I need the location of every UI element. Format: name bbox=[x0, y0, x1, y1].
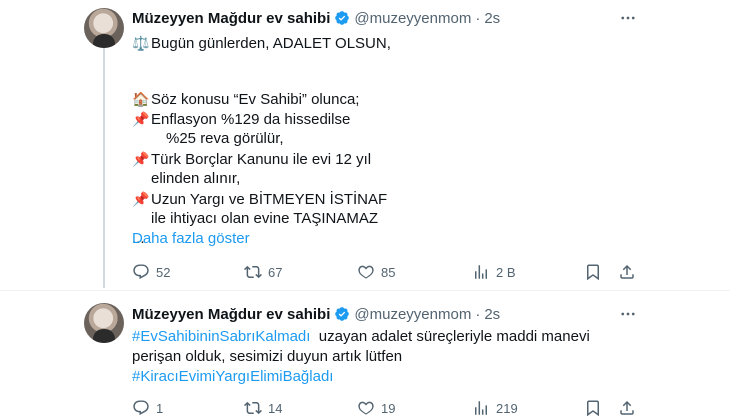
retweet-count: 67 bbox=[268, 264, 283, 280]
views-count: 2 B bbox=[496, 264, 516, 280]
views-icon bbox=[472, 263, 496, 281]
verified-badge-icon bbox=[335, 307, 350, 321]
reply-button[interactable]: 52 bbox=[132, 262, 170, 282]
show-more-link[interactable]: Daha fazla göster bbox=[132, 230, 250, 247]
reply-icon bbox=[132, 263, 156, 281]
timestamp[interactable]: 2s bbox=[484, 306, 500, 323]
tweet-header: Müzeyyen Mağdur ev sahibi @muzeyyenmom ·… bbox=[132, 304, 500, 324]
tweet-header: Müzeyyen Mağdur ev sahibi @muzeyyenmom ·… bbox=[132, 8, 500, 28]
tweet-text: #EvSahibininSabrıKalmadı uzayan adalet s… bbox=[132, 327, 590, 387]
retweet-button[interactable]: 67 bbox=[244, 262, 282, 282]
text-line: ⚖️ Bugün günlerden, ADALET OLSUN, bbox=[132, 35, 391, 52]
like-icon bbox=[357, 399, 381, 417]
timestamp[interactable]: 2s bbox=[484, 10, 500, 27]
like-button[interactable]: 85 bbox=[357, 262, 395, 282]
text-line: 📌 Enflasyon %129 da hissedilse bbox=[132, 111, 351, 128]
like-count: 19 bbox=[381, 400, 396, 416]
text-line: 🏠 Söz konusu “Ev Sahibi” olunca; bbox=[132, 91, 360, 108]
views-icon bbox=[472, 399, 496, 417]
like-count: 85 bbox=[381, 264, 396, 280]
tweet-text: ⚖️ Bugün günlerden, ADALET OLSUN, 🏠 Söz ko… bbox=[132, 33, 391, 249]
bookmark-icon bbox=[584, 263, 608, 281]
tweet-2[interactable]: Müzeyyen Mağdur ev sahibi @muzeyyenmom ·… bbox=[0, 291, 730, 420]
reply-icon bbox=[132, 399, 156, 417]
text-line: %25 reva görülür, bbox=[166, 130, 284, 147]
hashtag-link[interactable]: #KiracıEvimiYargıElimiBağladı bbox=[132, 368, 333, 385]
views-count: 219 bbox=[496, 400, 518, 416]
retweet-count: 14 bbox=[268, 400, 283, 416]
share-icon bbox=[618, 263, 642, 281]
reply-count: 1 bbox=[156, 400, 164, 416]
retweet-button[interactable]: 14 bbox=[244, 398, 282, 418]
text-line: 📌 Türk Borçlar Kanunu ile evi 12 yıl bbox=[132, 151, 372, 168]
tweet-1[interactable]: Müzeyyen Mağdur ev sahibi @muzeyyenmom ·… bbox=[0, 0, 730, 291]
more-options-icon[interactable] bbox=[618, 304, 638, 324]
house-emoji: 🏠 bbox=[132, 91, 150, 107]
pushpin-emoji: 📌 bbox=[132, 191, 150, 207]
bookmark-button[interactable] bbox=[584, 398, 608, 418]
author-handle[interactable]: @muzeyyenmom bbox=[354, 306, 471, 323]
pushpin-emoji: 📌 bbox=[132, 111, 150, 127]
author-name[interactable]: Müzeyyen Mağdur ev sahibi bbox=[132, 10, 330, 27]
views-button[interactable]: 219 bbox=[472, 398, 518, 418]
retweet-icon bbox=[244, 399, 268, 417]
separator: · bbox=[475, 9, 481, 27]
text-line: #KiracıEvimiYargıElimiBağladı bbox=[132, 367, 590, 387]
like-button[interactable]: 19 bbox=[357, 398, 395, 418]
text-line: perişan olduk, sesimizi duyun artık lütf… bbox=[132, 348, 403, 365]
views-button[interactable]: 2 B bbox=[472, 262, 516, 282]
tweet-actions: 1 14 19 219 bbox=[132, 398, 642, 418]
author-handle[interactable]: @muzeyyenmom bbox=[354, 10, 471, 27]
verified-badge-icon bbox=[335, 11, 350, 25]
share-icon bbox=[618, 399, 642, 417]
text-line: ile ihtiyacı olan evine TAŞINAMAZ bbox=[151, 210, 379, 227]
pushpin-emoji: 📌 bbox=[132, 151, 150, 167]
hashtag-link[interactable]: #EvSahibininSabrıKalmadı bbox=[132, 328, 310, 345]
author-name[interactable]: Müzeyyen Mağdur ev sahibi bbox=[132, 306, 330, 323]
avatar[interactable] bbox=[84, 303, 124, 343]
retweet-icon bbox=[244, 263, 268, 281]
like-icon bbox=[357, 263, 381, 281]
balance-scale-emoji: ⚖️ bbox=[132, 35, 150, 51]
bookmark-button[interactable] bbox=[584, 262, 608, 282]
bookmark-icon bbox=[584, 399, 608, 417]
share-button[interactable] bbox=[618, 398, 642, 418]
separator: · bbox=[475, 305, 481, 323]
reply-button[interactable]: 1 bbox=[132, 398, 163, 418]
text-line: elinden alınır, bbox=[151, 170, 241, 187]
tweet-actions: 52 67 85 2 B bbox=[132, 262, 642, 282]
text-line: #EvSahibininSabrıKalmadı uzayan adalet s… bbox=[132, 328, 590, 345]
more-options-icon[interactable] bbox=[618, 8, 638, 28]
reply-count: 52 bbox=[156, 264, 171, 280]
thread-line bbox=[103, 48, 105, 288]
share-button[interactable] bbox=[618, 262, 642, 282]
text-line: 📌 Uzun Yargı ve BİTMEYEN İSTİNAF bbox=[132, 191, 388, 208]
avatar[interactable] bbox=[84, 8, 124, 48]
